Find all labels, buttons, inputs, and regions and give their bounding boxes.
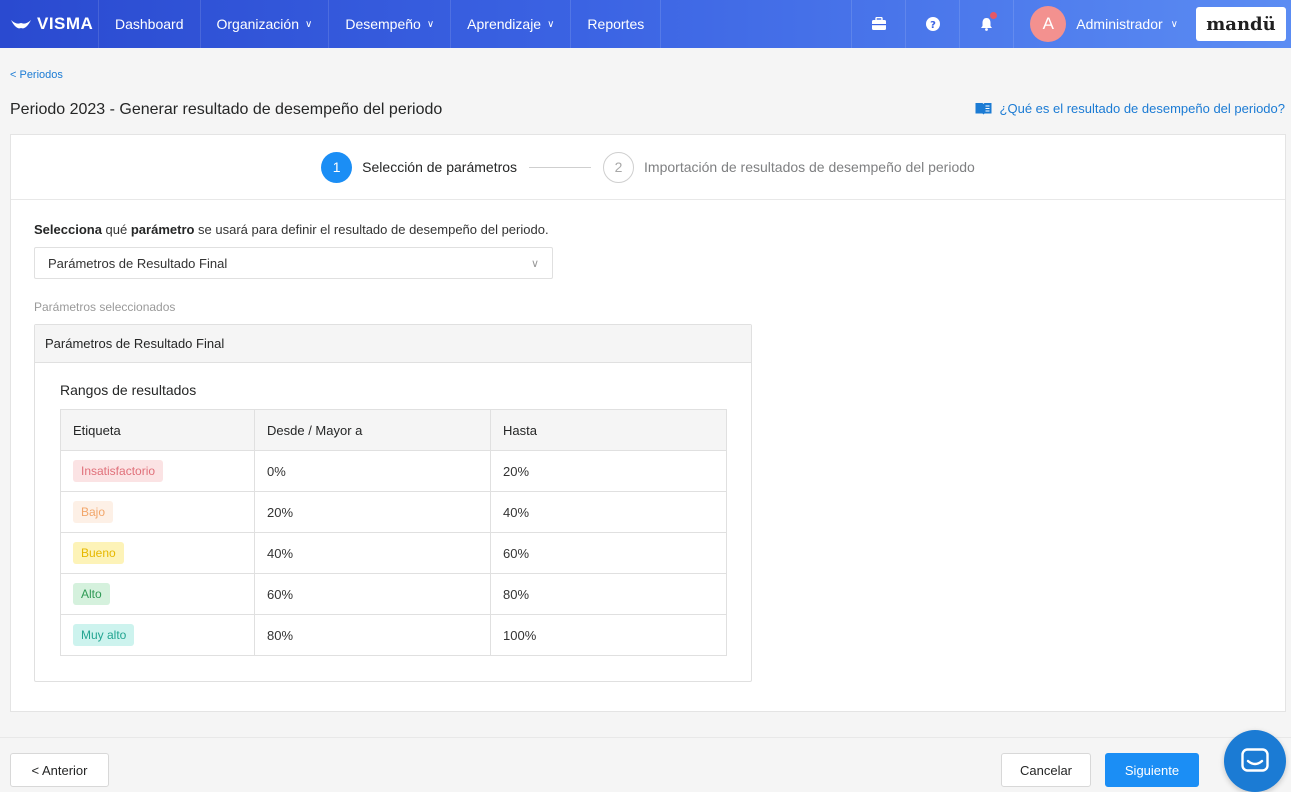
label-cell: Muy alto bbox=[60, 614, 255, 656]
bell-icon bbox=[981, 18, 993, 31]
instruction-text: Selecciona qué parámetro se usará para d… bbox=[34, 222, 549, 237]
result-tag: Alto bbox=[73, 583, 110, 605]
top-navbar: VISMA Dashboard Organización ∨ Desempeño ∨… bbox=[0, 0, 1291, 48]
chevron-down-icon: ∨ bbox=[1170, 18, 1178, 30]
chevron-down-icon: ∨ bbox=[530, 257, 539, 270]
step-number: 1 bbox=[321, 151, 353, 183]
nav-desempeno[interactable]: Desempeño ∨ bbox=[328, 0, 450, 48]
parameter-select[interactable]: Parámetros de Resultado Final ∨ bbox=[34, 247, 553, 279]
to-cell: 80% bbox=[490, 573, 727, 615]
result-tag: Insatisfactorio bbox=[73, 460, 164, 482]
parameter-box-header: Parámetros de Resultado Final bbox=[35, 325, 751, 363]
from-cell: 40% bbox=[254, 532, 491, 574]
table-row: Bajo 20% 40% bbox=[60, 491, 727, 533]
selected-parameters-label: Parámetros seleccionados bbox=[34, 300, 176, 314]
result-tag: Muy alto bbox=[73, 624, 135, 646]
table-row: Bueno 40% 60% bbox=[60, 532, 727, 574]
chevron-down-icon: ∨ bbox=[305, 18, 313, 30]
footer-divider bbox=[0, 737, 1291, 738]
step-label: Selección de parámetros bbox=[362, 159, 518, 175]
table-header-row: Etiqueta Desde / Mayor a Hasta bbox=[60, 409, 727, 451]
page-title: Periodo 2023 - Generar resultado de dese… bbox=[10, 101, 443, 118]
column-header: Desde / Mayor a bbox=[254, 409, 491, 451]
step-number: 2 bbox=[603, 151, 635, 183]
visma-logo[interactable]: VISMA bbox=[0, 0, 98, 48]
result-tag: Bajo bbox=[73, 501, 114, 523]
label-cell: Alto bbox=[60, 573, 255, 615]
chevron-down-icon: ∨ bbox=[547, 18, 555, 30]
chevron-down-icon: ∨ bbox=[426, 18, 435, 30]
help-link[interactable]: ¿Qué es el resultado de desempeño del pe… bbox=[975, 101, 1285, 116]
ranges-title: Rangos de resultados bbox=[60, 382, 197, 398]
notifications-button[interactable] bbox=[959, 0, 1013, 48]
to-cell: 40% bbox=[490, 491, 727, 533]
table-row: Muy alto 80% 100% bbox=[60, 614, 727, 656]
mandu-logo: mandü bbox=[1196, 7, 1286, 41]
select-value: Parámetros de Resultado Final bbox=[48, 255, 228, 271]
briefcase-icon bbox=[871, 17, 886, 30]
nav-reportes[interactable]: Reportes bbox=[570, 0, 662, 48]
table-row: Alto 60% 80% bbox=[60, 573, 727, 615]
to-cell: 100% bbox=[490, 614, 727, 656]
column-header: Hasta bbox=[490, 409, 727, 451]
nav-organizacion[interactable]: Organización ∨ bbox=[199, 0, 329, 48]
nav-label: Aprendizaje bbox=[467, 16, 542, 32]
nav-dashboard[interactable]: Dashboard bbox=[98, 0, 200, 48]
from-cell: 60% bbox=[254, 573, 491, 615]
chat-icon bbox=[1241, 748, 1269, 772]
nav-label: Dashboard bbox=[115, 16, 184, 32]
help-button[interactable]: ? bbox=[905, 0, 959, 48]
briefcase-button[interactable] bbox=[851, 0, 905, 48]
help-link-text: ¿Qué es el resultado de desempeño del pe… bbox=[999, 101, 1285, 116]
cancel-button[interactable]: Cancelar bbox=[1001, 753, 1091, 787]
instruction-bold: Selecciona bbox=[34, 222, 102, 237]
avatar: A bbox=[1030, 6, 1067, 42]
step-1[interactable]: 1 Selección de parámetros bbox=[321, 151, 518, 183]
from-cell: 80% bbox=[254, 614, 491, 656]
previous-button[interactable]: < Anterior bbox=[10, 753, 109, 787]
nav-aprendizaje[interactable]: Aprendizaje ∨ bbox=[450, 0, 570, 48]
from-cell: 20% bbox=[254, 491, 491, 533]
step-label: Importación de resultados de desempeño d… bbox=[644, 159, 975, 175]
instruction-text-part: qué bbox=[101, 222, 131, 237]
breadcrumb-periodos[interactable]: < Periodos bbox=[10, 69, 63, 81]
parameter-box: Parámetros de Resultado Final Rangos de … bbox=[34, 324, 752, 682]
main-card: 1 Selección de parámetros 2 Importación … bbox=[10, 134, 1286, 712]
to-cell: 60% bbox=[490, 532, 727, 574]
user-menu[interactable]: A Administrador ∨ bbox=[1013, 0, 1196, 48]
ranges-table: Etiqueta Desde / Mayor a Hasta Insatisfa… bbox=[60, 409, 727, 656]
svg-text:?: ? bbox=[930, 20, 936, 31]
table-row: Insatisfactorio 0% 20% bbox=[60, 450, 727, 492]
step-connector bbox=[529, 166, 592, 168]
label-cell: Bueno bbox=[60, 532, 255, 574]
visma-swoosh-icon bbox=[11, 20, 31, 29]
book-icon bbox=[975, 103, 992, 115]
user-name: Administrador bbox=[1076, 16, 1163, 32]
next-button[interactable]: Siguiente bbox=[1105, 753, 1199, 787]
instruction-text-part: se usará para definir el resultado de de… bbox=[194, 222, 549, 237]
instruction-bold: parámetro bbox=[130, 222, 195, 237]
brand-name: VISMA bbox=[37, 14, 94, 33]
step-2[interactable]: 2 Importación de resultados de desempeño… bbox=[603, 151, 975, 183]
nav-label: Desempeño bbox=[345, 16, 421, 32]
label-cell: Insatisfactorio bbox=[60, 450, 255, 492]
result-tag: Bueno bbox=[73, 542, 124, 564]
chat-launcher-button[interactable] bbox=[1224, 730, 1286, 792]
nav-label: Reportes bbox=[587, 16, 645, 32]
to-cell: 20% bbox=[490, 450, 727, 492]
help-icon: ? bbox=[925, 17, 940, 31]
stepper: 1 Selección de parámetros 2 Importación … bbox=[11, 135, 1285, 200]
column-header: Etiqueta bbox=[60, 409, 255, 451]
label-cell: Bajo bbox=[60, 491, 255, 533]
from-cell: 0% bbox=[254, 450, 491, 492]
nav-label: Organización bbox=[216, 16, 300, 32]
notification-badge bbox=[990, 12, 998, 19]
